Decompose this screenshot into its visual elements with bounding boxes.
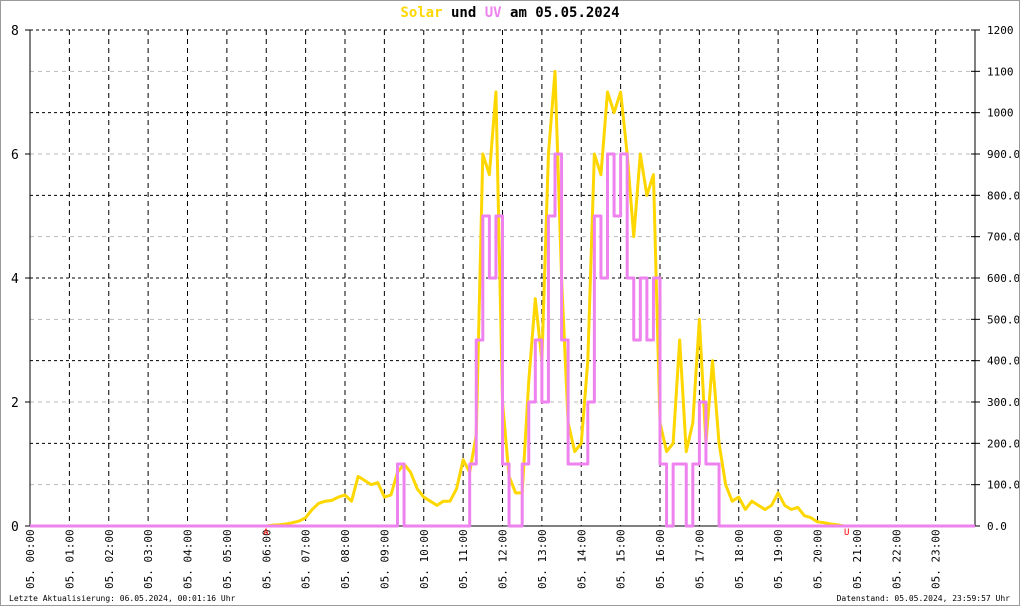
footer-last-update: Letzte Aktualisierung: 06.05.2024, 00:01… [9, 594, 236, 603]
right-tick-label: 500.0 [987, 313, 1019, 326]
x-tick-label: 05. 21:00 [851, 529, 864, 589]
x-tick-label: 05. 02:00 [103, 529, 116, 589]
x-tick-label: 05. 00:00 [24, 529, 37, 589]
x-tick-label: 05. 03:00 [142, 529, 155, 589]
chart-frame: Solar und UV am 05.05.2024 05. 00:00 05. … [0, 0, 1020, 606]
x-tick-label: 05. 18:00 [733, 529, 746, 589]
right-tick-label: 1000 [987, 107, 1014, 120]
x-tick-label: 05. 15:00 [615, 529, 628, 589]
sun-marker-label: U [844, 528, 849, 538]
x-tick-label: 05. 11:00 [457, 529, 470, 589]
right-tick-label: 400.0 [987, 355, 1019, 368]
x-tick-label: 05. 09:00 [378, 529, 391, 589]
x-tick-label: 05. 19:00 [772, 529, 785, 589]
right-tick-label: 200.0 [987, 437, 1019, 450]
x-tick-label: 05. 16:00 [654, 529, 667, 589]
x-tick-label: 05. 04:00 [182, 529, 195, 589]
left-tick-label: 6 [11, 148, 19, 163]
left-tick-label: 0 [11, 520, 19, 535]
right-tick-label: 800.0 [987, 189, 1019, 202]
x-tick-label: 05. 08:00 [339, 529, 352, 589]
x-tick-label: 05. 17:00 [693, 529, 706, 589]
footer-data-state: Datenstand: 05.05.2024, 23:59:57 Uhr [836, 594, 1010, 603]
x-tick-label: 05. 12:00 [497, 529, 510, 589]
right-tick-label: 300.0 [987, 396, 1019, 409]
right-tick-label: 600.0 [987, 272, 1019, 285]
x-tick-label: 05. 14:00 [575, 529, 588, 589]
left-tick-label: 2 [11, 396, 19, 411]
right-tick-label: 1200 [987, 24, 1014, 37]
x-tick-label: 05. 22:00 [890, 529, 903, 589]
right-tick-label: 900.0 [987, 148, 1019, 161]
x-tick-label: 05. 20:00 [812, 529, 825, 589]
x-tick-label: 05. 01:00 [63, 529, 76, 589]
left-tick-label: 4 [11, 272, 19, 287]
right-tick-label: 700.0 [987, 231, 1019, 244]
x-tick-label: 05. 13:00 [536, 529, 549, 589]
x-tick-label: 05. 06:00 [260, 529, 273, 589]
right-tick-label: 0.0 [987, 520, 1007, 533]
x-tick-label: 05. 05:00 [221, 529, 234, 589]
sun-marker-label: A [263, 528, 269, 538]
x-tick-label: 05. 07:00 [300, 529, 313, 589]
left-tick-label: 8 [11, 24, 19, 39]
x-tick-label: 05. 10:00 [418, 529, 431, 589]
right-tick-label: 100.0 [987, 479, 1019, 492]
series-line-uv [30, 152, 975, 528]
x-tick-label: 05. 23:00 [930, 529, 943, 589]
right-tick-label: 1100 [987, 65, 1014, 78]
plot-area: 05. 00:00 05. 01:00 05. 02:00 05. 03:00 05. … [11, 24, 1019, 589]
